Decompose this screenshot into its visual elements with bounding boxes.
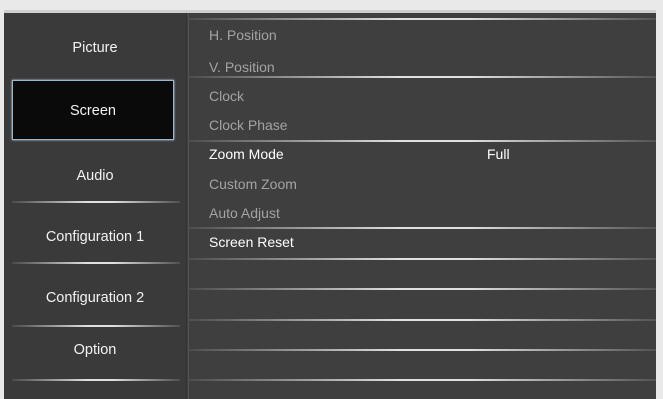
menu-divider	[12, 379, 180, 381]
screen-settings-panel: H. Position V. Position Clock Clock Phas…	[189, 13, 656, 399]
menu-item-configuration-2[interactable]: Configuration 2	[4, 285, 186, 315]
setting-label: H. Position	[209, 27, 277, 43]
menu-item-label: Picture	[72, 40, 118, 56]
row-divider	[189, 76, 656, 78]
menu-item-picture[interactable]: Picture	[4, 35, 186, 65]
main-menu: Picture Screen Audio Configuration 1 Con…	[4, 13, 186, 399]
menu-divider	[12, 325, 180, 327]
row-divider	[189, 258, 656, 260]
row-divider	[189, 140, 656, 142]
row-divider	[189, 319, 656, 321]
menu-item-configuration-1[interactable]: Configuration 1	[4, 224, 186, 254]
setting-auto-adjust[interactable]: Auto Adjust	[189, 200, 656, 229]
menu-item-option[interactable]: Option	[4, 337, 186, 367]
setting-label: Clock	[209, 88, 245, 104]
setting-label: Custom Zoom	[209, 176, 297, 192]
row-divider	[189, 379, 656, 381]
menu-item-label: Audio	[76, 168, 114, 184]
row-divider	[189, 18, 656, 20]
menu-item-label: Configuration 2	[45, 290, 145, 306]
setting-label: V. Position	[209, 59, 275, 75]
setting-zoom-mode[interactable]: Zoom Mode Full	[189, 141, 656, 170]
menu-item-audio[interactable]: Audio	[4, 163, 186, 193]
osd-menu: Picture Screen Audio Configuration 1 Con…	[4, 10, 656, 399]
setting-label: Auto Adjust	[209, 205, 280, 221]
setting-v-position[interactable]: V. Position	[189, 54, 656, 83]
setting-value: Full	[487, 146, 510, 162]
setting-screen-reset[interactable]: Screen Reset	[189, 229, 656, 258]
menu-item-screen[interactable]: Screen	[12, 80, 174, 140]
setting-h-position[interactable]: H. Position	[189, 22, 656, 51]
setting-label: Clock Phase	[209, 117, 288, 133]
setting-label: Screen Reset	[209, 234, 294, 250]
row-divider	[189, 227, 656, 229]
setting-clock[interactable]: Clock	[189, 83, 656, 112]
menu-item-label: Option	[73, 342, 117, 358]
menu-item-label: Screen	[70, 103, 116, 119]
menu-divider	[12, 201, 180, 203]
row-divider	[189, 288, 656, 290]
setting-clock-phase[interactable]: Clock Phase	[189, 112, 656, 141]
setting-custom-zoom[interactable]: Custom Zoom	[189, 171, 656, 200]
menu-item-label: Configuration 1	[45, 229, 145, 245]
menu-divider	[12, 262, 180, 264]
setting-label: Zoom Mode	[209, 146, 284, 162]
row-divider	[189, 349, 656, 351]
